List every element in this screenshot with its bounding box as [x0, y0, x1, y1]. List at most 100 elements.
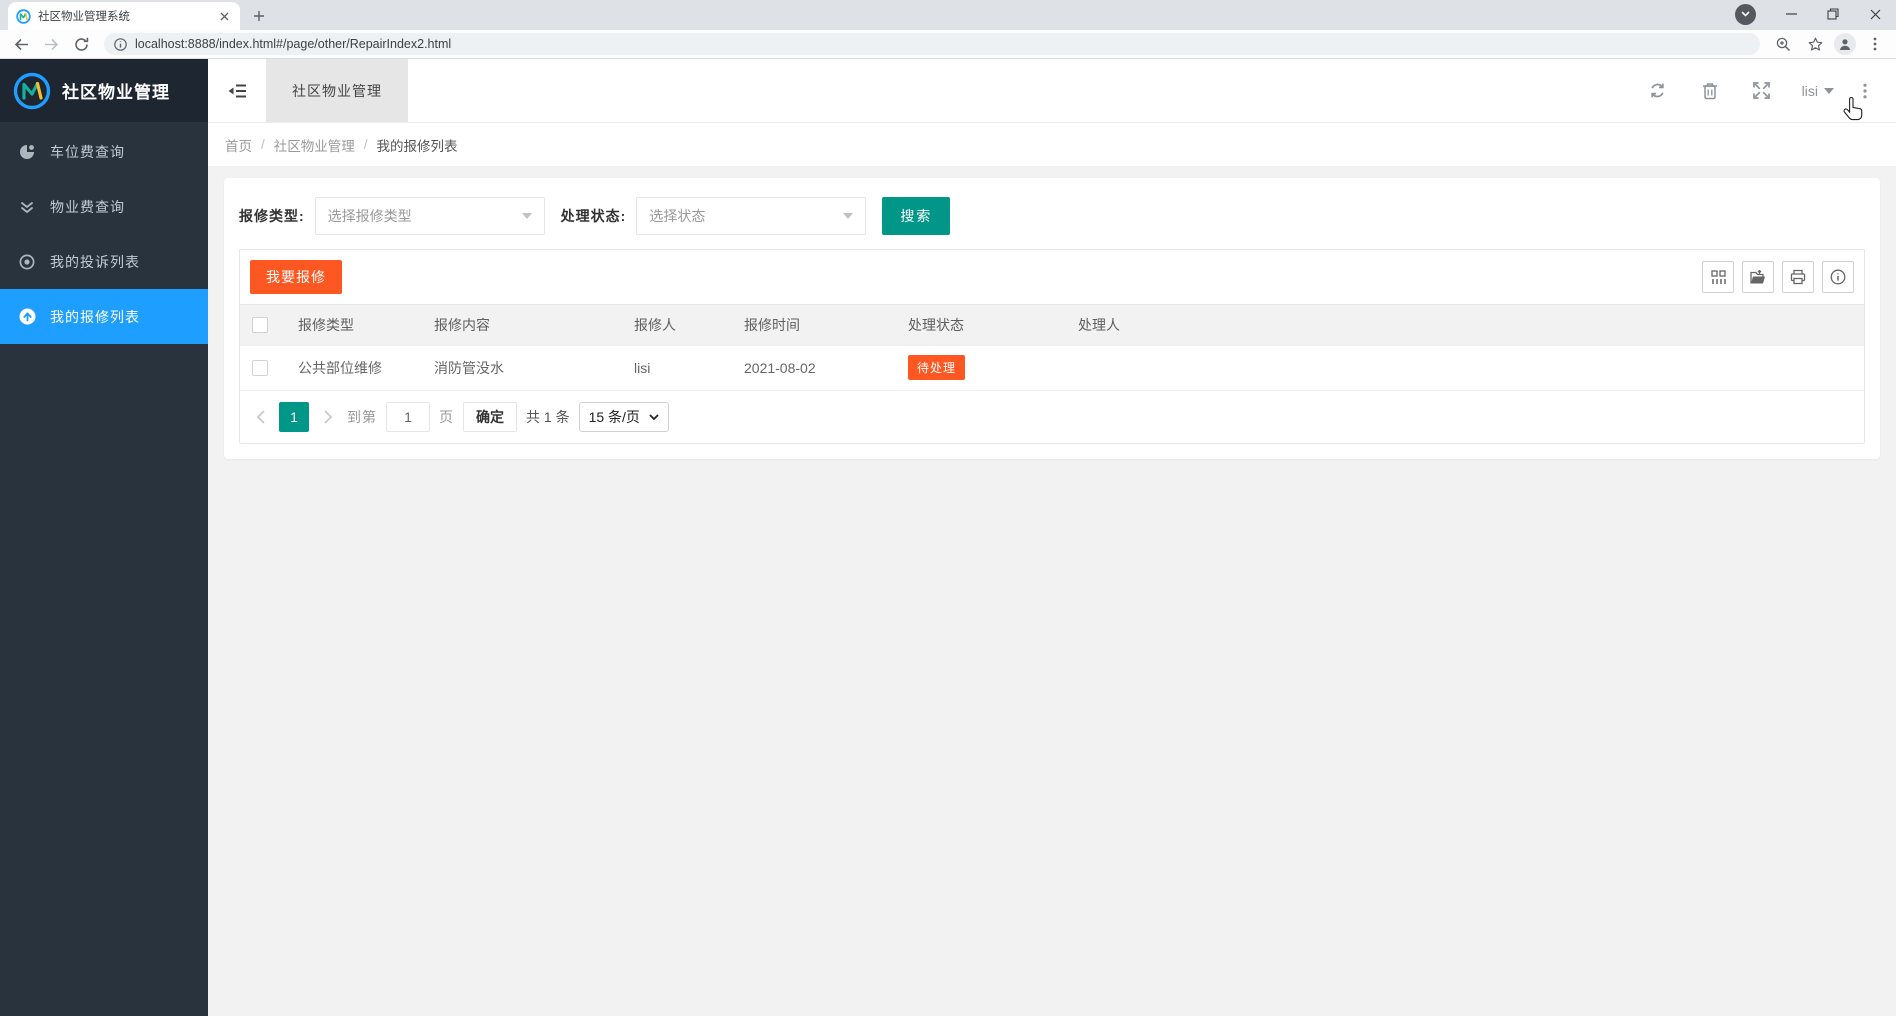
table-row[interactable]: 公共部位维修 消防管没水 lisi 2021-08-02 待处理 — [240, 344, 1864, 390]
window-controls — [1735, 0, 1896, 28]
breadcrumb-module[interactable]: 社区物业管理 — [274, 135, 355, 155]
new-tab-button[interactable] — [246, 3, 272, 29]
app-root: 社区物业管理 车位费查询 物业费查询 我的投诉列表 我的报修列表 社区物业管理 … — [0, 59, 1896, 1016]
dashboard-icon — [18, 143, 36, 161]
browser-profile-avatar[interactable] — [1834, 33, 1856, 55]
window-close-button[interactable] — [1854, 0, 1896, 28]
back-icon[interactable] — [8, 31, 34, 57]
repair-type-label: 报修类型: — [239, 208, 305, 224]
browser-update-icon[interactable] — [1735, 3, 1756, 25]
page-size-select[interactable]: 15 条/页 — [578, 402, 669, 432]
search-button[interactable]: 搜索 — [882, 197, 951, 235]
page-number-input[interactable] — [386, 402, 430, 432]
main-area: 社区物业管理 lisi 首页 / 社区物业管理 / 我的报修列表 报修类型: 选… — [208, 59, 1896, 1016]
repair-list-card: 报修类型: 选择报修类型 处理状态: 选择状态 搜索 我要报修 报修类型 报修内… — [224, 178, 1880, 459]
sidebar-item-property-fee[interactable]: 物业费查询 — [0, 179, 208, 234]
breadcrumb-home[interactable]: 首页 — [225, 135, 252, 155]
table-header-row: 报修类型 报修内容 报修人 报修时间 处理状态 处理人 — [240, 305, 1864, 345]
sidebar-item-my-complaints[interactable]: 我的投诉列表 — [0, 234, 208, 289]
create-repair-button[interactable]: 我要报修 — [250, 260, 342, 294]
app-header: 社区物业管理 lisi — [208, 59, 1896, 122]
app-logo: 社区物业管理 — [0, 59, 208, 122]
repair-type-select-value: 选择报修类型 — [327, 208, 412, 224]
cell-reporter: lisi — [622, 344, 732, 390]
sidebar-collapse-icon[interactable] — [208, 59, 266, 122]
double-chevron-down-icon — [18, 200, 36, 214]
table-toolbar: 我要报修 — [240, 250, 1864, 305]
select-all-checkbox[interactable] — [252, 316, 268, 333]
toolbar-right — [1770, 31, 1888, 57]
repair-table: 报修类型 报修内容 报修人 报修时间 处理状态 处理人 公共部位维修 消防管没水… — [240, 305, 1864, 390]
chevron-down-icon — [521, 213, 532, 219]
prev-page-icon[interactable] — [250, 403, 270, 431]
repair-type-select[interactable]: 选择报修类型 — [314, 197, 545, 235]
window-minimize-button[interactable] — [1770, 0, 1812, 28]
next-page-icon[interactable] — [318, 403, 338, 431]
info-icon[interactable] — [1822, 261, 1854, 293]
row-checkbox[interactable] — [252, 359, 268, 376]
open-page-tab[interactable]: 社区物业管理 — [266, 59, 408, 122]
status-label: 处理状态: — [560, 208, 627, 224]
user-menu[interactable]: lisi — [1788, 83, 1848, 99]
app-logo-text: 社区物业管理 — [62, 83, 170, 102]
browser-window: 社区物业管理系统 localhost:8888/index.html#/page… — [0, 0, 1896, 1016]
circle-arrow-up-icon — [18, 308, 36, 325]
app-logo-icon — [12, 71, 52, 111]
site-favicon-icon — [16, 8, 31, 24]
status-select-value: 选择状态 — [649, 208, 706, 224]
sidebar: 社区物业管理 车位费查询 物业费查询 我的投诉列表 我的报修列表 — [0, 59, 208, 1016]
reload-icon[interactable] — [68, 31, 94, 57]
clear-trash-icon[interactable] — [1684, 59, 1736, 122]
export-icon[interactable] — [1742, 261, 1774, 293]
more-options-kebab-icon[interactable] — [1848, 59, 1882, 122]
filter-form: 报修类型: 选择报修类型 处理状态: 选择状态 搜索 — [239, 197, 1865, 235]
username-label: lisi — [1801, 82, 1818, 99]
breadcrumb-current-page: 我的报修列表 — [376, 138, 458, 154]
column-header: 报修内容 — [422, 305, 622, 345]
browser-tab[interactable]: 社区物业管理系统 — [8, 2, 240, 30]
header-actions: lisi — [1632, 59, 1896, 122]
url-bar[interactable]: localhost:8888/index.html#/page/other/Re… — [104, 33, 1760, 55]
user-caret-down-icon — [1824, 87, 1834, 94]
breadcrumb: 首页 / 社区物业管理 / 我的报修列表 — [208, 122, 1896, 166]
fullscreen-icon[interactable] — [1736, 59, 1788, 122]
goto-page-label: 到第 — [347, 409, 377, 425]
breadcrumb-separator: / — [261, 137, 265, 152]
page-info-icon[interactable] — [114, 37, 127, 51]
sidebar-item-label: 我的报修列表 — [50, 308, 140, 325]
status-select[interactable]: 选择状态 — [636, 197, 867, 235]
sidebar-menu: 车位费查询 物业费查询 我的投诉列表 我的报修列表 — [0, 122, 208, 344]
chevron-down-icon — [843, 213, 854, 219]
circle-dot-icon — [18, 254, 36, 270]
zoom-page-icon[interactable] — [1770, 31, 1796, 57]
refresh-icon[interactable] — [1632, 59, 1684, 122]
url-text[interactable]: localhost:8888/index.html#/page/other/Re… — [135, 37, 451, 51]
filter-columns-icon[interactable] — [1702, 261, 1734, 293]
bookmark-star-icon[interactable] — [1802, 31, 1828, 57]
sidebar-item-label: 车位费查询 — [50, 143, 125, 160]
confirm-page-button[interactable]: 确定 — [463, 402, 517, 432]
column-header: 处理人 — [1066, 305, 1864, 345]
column-header: 报修类型 — [286, 305, 422, 345]
total-count-label: 共 1 条 — [526, 409, 570, 425]
current-page-button[interactable]: 1 — [279, 402, 309, 432]
sidebar-item-parking-fee[interactable]: 车位费查询 — [0, 124, 208, 179]
browser-tab-strip: 社区物业管理系统 — [0, 0, 1896, 30]
column-header: 报修人 — [622, 305, 732, 345]
print-icon[interactable] — [1782, 261, 1814, 293]
chevron-down-icon — [649, 414, 659, 420]
header-spacer — [408, 59, 1632, 122]
sidebar-item-my-repairs[interactable]: 我的报修列表 — [0, 289, 208, 344]
cell-repair-content: 消防管没水 — [422, 344, 622, 390]
status-badge: 待处理 — [908, 355, 966, 381]
column-header: 报修时间 — [732, 305, 896, 345]
cell-repair-time: 2021-08-02 — [732, 344, 896, 390]
tab-close-icon[interactable] — [216, 8, 232, 24]
repair-table-box: 我要报修 报修类型 报修内容 报修人 报修时间 处理状态 处理人 公共部位维修 … — [239, 249, 1865, 444]
page-size-value: 15 条/页 — [588, 409, 640, 425]
window-restore-button[interactable] — [1812, 0, 1854, 28]
forward-icon[interactable] — [38, 31, 64, 57]
tab-title: 社区物业管理系统 — [38, 11, 130, 23]
breadcrumb-separator: / — [363, 137, 368, 152]
browser-menu-kebab-icon[interactable] — [1862, 31, 1888, 57]
